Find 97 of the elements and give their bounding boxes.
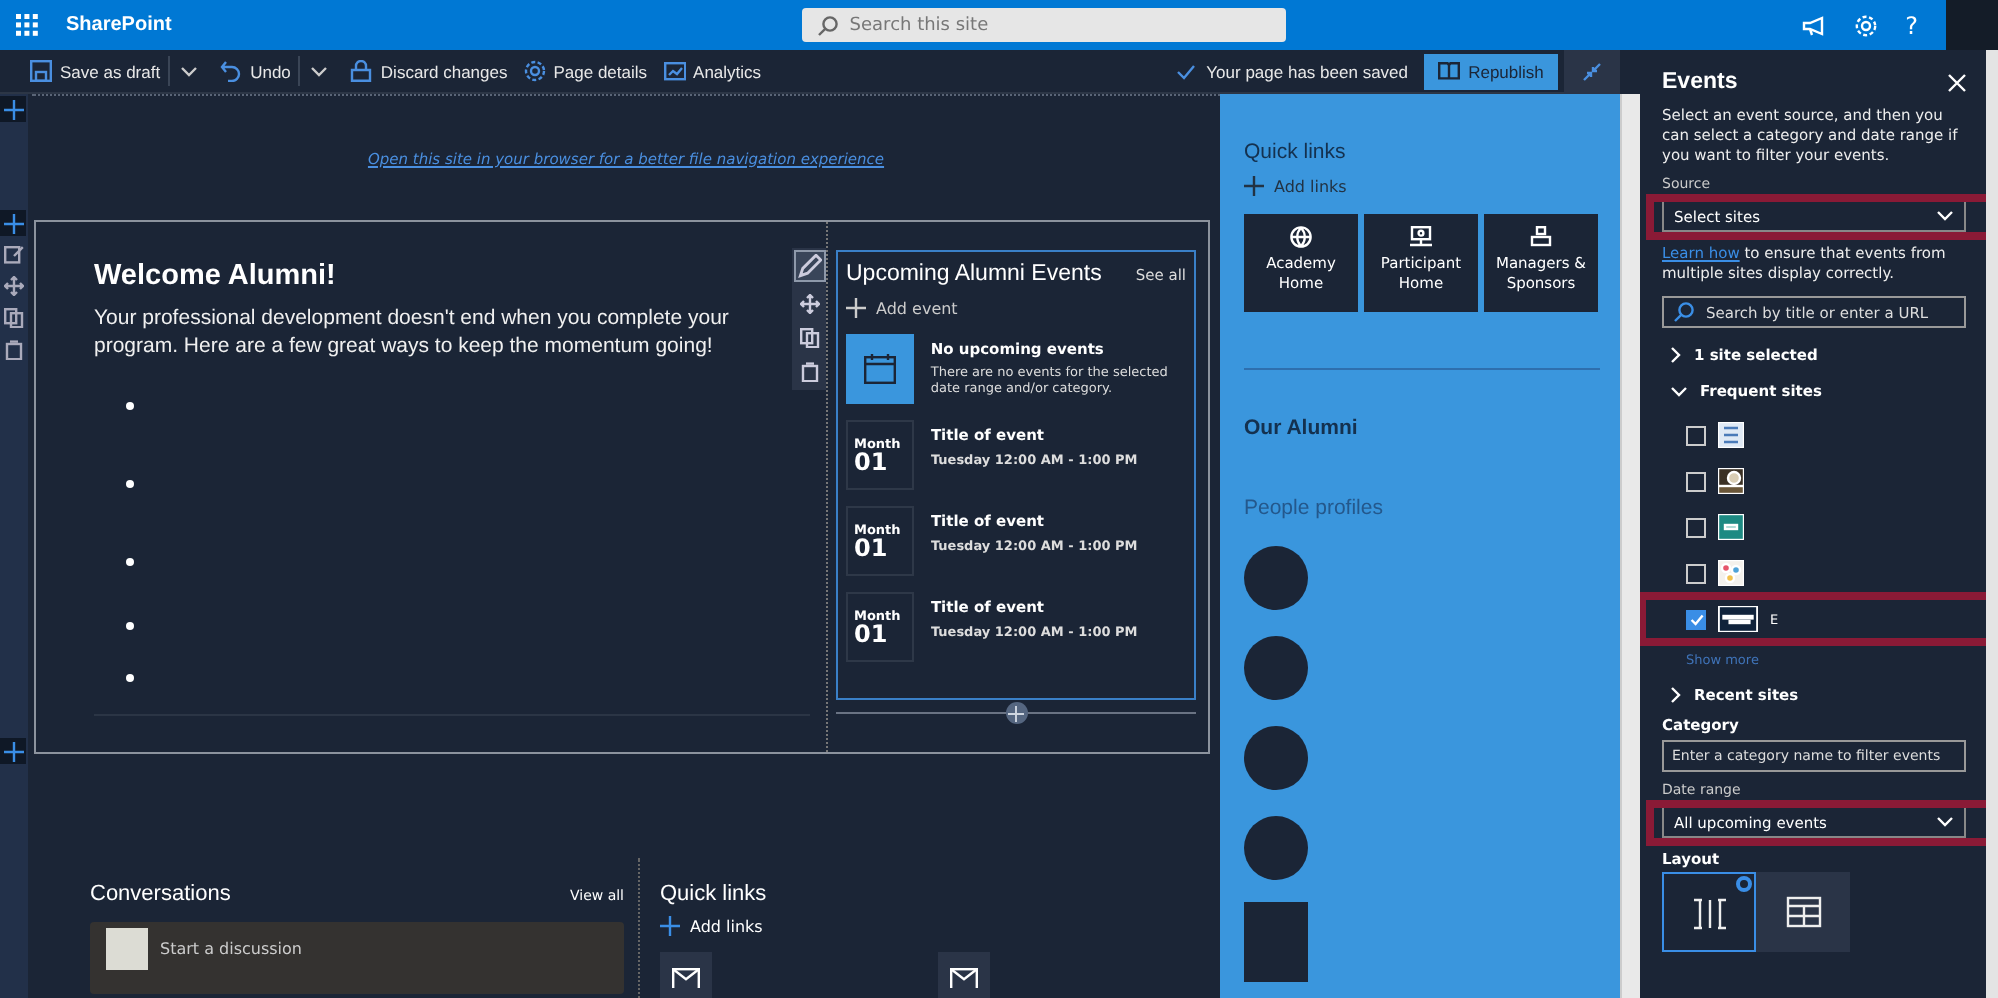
checkbox[interactable] [1686, 425, 1706, 445]
add-section-button[interactable] [0, 96, 26, 122]
add-event-button[interactable]: Add event [846, 298, 958, 318]
plus-icon [660, 916, 680, 936]
globe-icon [1290, 226, 1312, 248]
move-icon[interactable] [799, 294, 819, 314]
close-icon[interactable] [1948, 73, 1966, 91]
checkmark-icon [1689, 613, 1703, 625]
filmstrip-icon [1691, 898, 1727, 930]
app-launcher-icon[interactable] [16, 14, 38, 36]
link-tile[interactable] [938, 952, 990, 998]
command-button[interactable]: Undo [220, 60, 291, 82]
command-button[interactable]: Page details [523, 60, 648, 82]
bullet-point [126, 622, 134, 630]
chart-icon [663, 60, 686, 82]
search-icon [817, 16, 838, 36]
section-heading: Our Alumni [1244, 416, 1360, 440]
republish-button[interactable]: Republish [1424, 53, 1558, 89]
profile-tile [1244, 902, 1308, 982]
command-button[interactable]: Discard changes [350, 60, 508, 82]
chevron-down-icon [310, 65, 329, 77]
search-icon [1674, 302, 1694, 322]
people-profiles-heading: People profiles [1244, 496, 1385, 520]
checkmark-icon [1176, 63, 1197, 79]
search-field[interactable]: Search this site [801, 8, 1286, 42]
link-tile[interactable] [660, 952, 712, 998]
plus-icon [846, 298, 866, 318]
day-number: 01 [854, 452, 888, 474]
checkbox[interactable] [1686, 517, 1706, 537]
plus-icon [1244, 176, 1264, 196]
layout-option[interactable] [1756, 872, 1850, 952]
book-icon [1438, 62, 1461, 80]
pane-title: Events [1662, 70, 1738, 94]
presenter-icon [1410, 226, 1432, 248]
radio-selected-icon [1736, 876, 1752, 892]
save-icon [30, 60, 52, 82]
command-button[interactable]: Analytics [663, 60, 762, 82]
chevron-down-icon [180, 65, 199, 77]
avatar-icon [106, 928, 148, 970]
chevron-right-icon [1670, 346, 1682, 364]
undo-icon [220, 60, 243, 82]
chevron-down-icon [1936, 210, 1954, 222]
bullet-point [126, 401, 134, 409]
plus-icon [3, 741, 23, 761]
plus-icon [3, 213, 23, 233]
add-section-button[interactable] [0, 210, 26, 236]
bullet-point [126, 674, 134, 682]
checkbox[interactable] [1686, 609, 1706, 629]
checkbox[interactable] [1686, 563, 1706, 583]
delete-icon[interactable] [799, 362, 819, 382]
chevron-down-icon [1670, 385, 1688, 397]
app-name[interactable]: SharePoint [66, 14, 172, 36]
avatar-icon [1244, 546, 1308, 610]
delete-icon[interactable] [4, 340, 24, 360]
discussion-field[interactable]: Start a discussion [90, 922, 624, 994]
chevron-down-icon [1936, 816, 1954, 828]
day-number: 01 [854, 538, 888, 560]
checkbox[interactable] [1686, 471, 1706, 491]
add-links-button[interactable]: Add links [660, 916, 763, 936]
calendar-icon [864, 354, 897, 384]
collapse-icon [1582, 61, 1602, 81]
layout-option[interactable] [1662, 872, 1756, 952]
add-section-button[interactable] [0, 738, 26, 764]
quick-links-heading: Quick links [660, 882, 769, 906]
bullet-point [126, 479, 134, 487]
conversations-heading: Conversations [90, 882, 231, 906]
chevron-right-icon [1670, 686, 1682, 704]
avatar-icon [1244, 816, 1308, 880]
save-status: Your page has been saved [1206, 61, 1408, 81]
mail-icon [672, 968, 700, 988]
bullet-point [126, 557, 134, 565]
command-button[interactable]: Save as draft [30, 60, 161, 82]
lock-icon [350, 60, 373, 82]
welcome-text: Your professional development doesn't end when you complete your program. Here are a few great ways to keep the momentum going! [94, 304, 731, 360]
duplicate-icon[interactable] [799, 328, 819, 348]
mail-icon [950, 968, 978, 988]
people-icon [1530, 226, 1552, 248]
grid-icon [1785, 896, 1821, 928]
megaphone-icon[interactable] [1801, 15, 1826, 35]
move-icon[interactable] [4, 276, 24, 296]
add-webpart-button[interactable] [1005, 702, 1027, 724]
avatar-icon [1244, 726, 1308, 790]
edit-icon[interactable] [4, 244, 24, 264]
welcome-heading: Welcome Alumni! [94, 260, 336, 292]
events-heading: Upcoming Alumni Events [846, 262, 1102, 286]
gear-icon [523, 60, 546, 82]
plus-icon [1008, 705, 1024, 721]
add-links-button[interactable]: Add links [1244, 176, 1347, 196]
day-number: 01 [854, 624, 888, 646]
settings-icon[interactable] [1853, 13, 1878, 37]
quick-links-heading: Quick links [1244, 140, 1348, 164]
plus-icon [3, 99, 23, 119]
duplicate-icon[interactable] [4, 308, 24, 328]
help-button[interactable]: ? [1905, 11, 1918, 39]
avatar-icon [1244, 636, 1308, 700]
collapse-button[interactable] [1564, 49, 1620, 93]
edit-icon[interactable] [795, 252, 823, 280]
